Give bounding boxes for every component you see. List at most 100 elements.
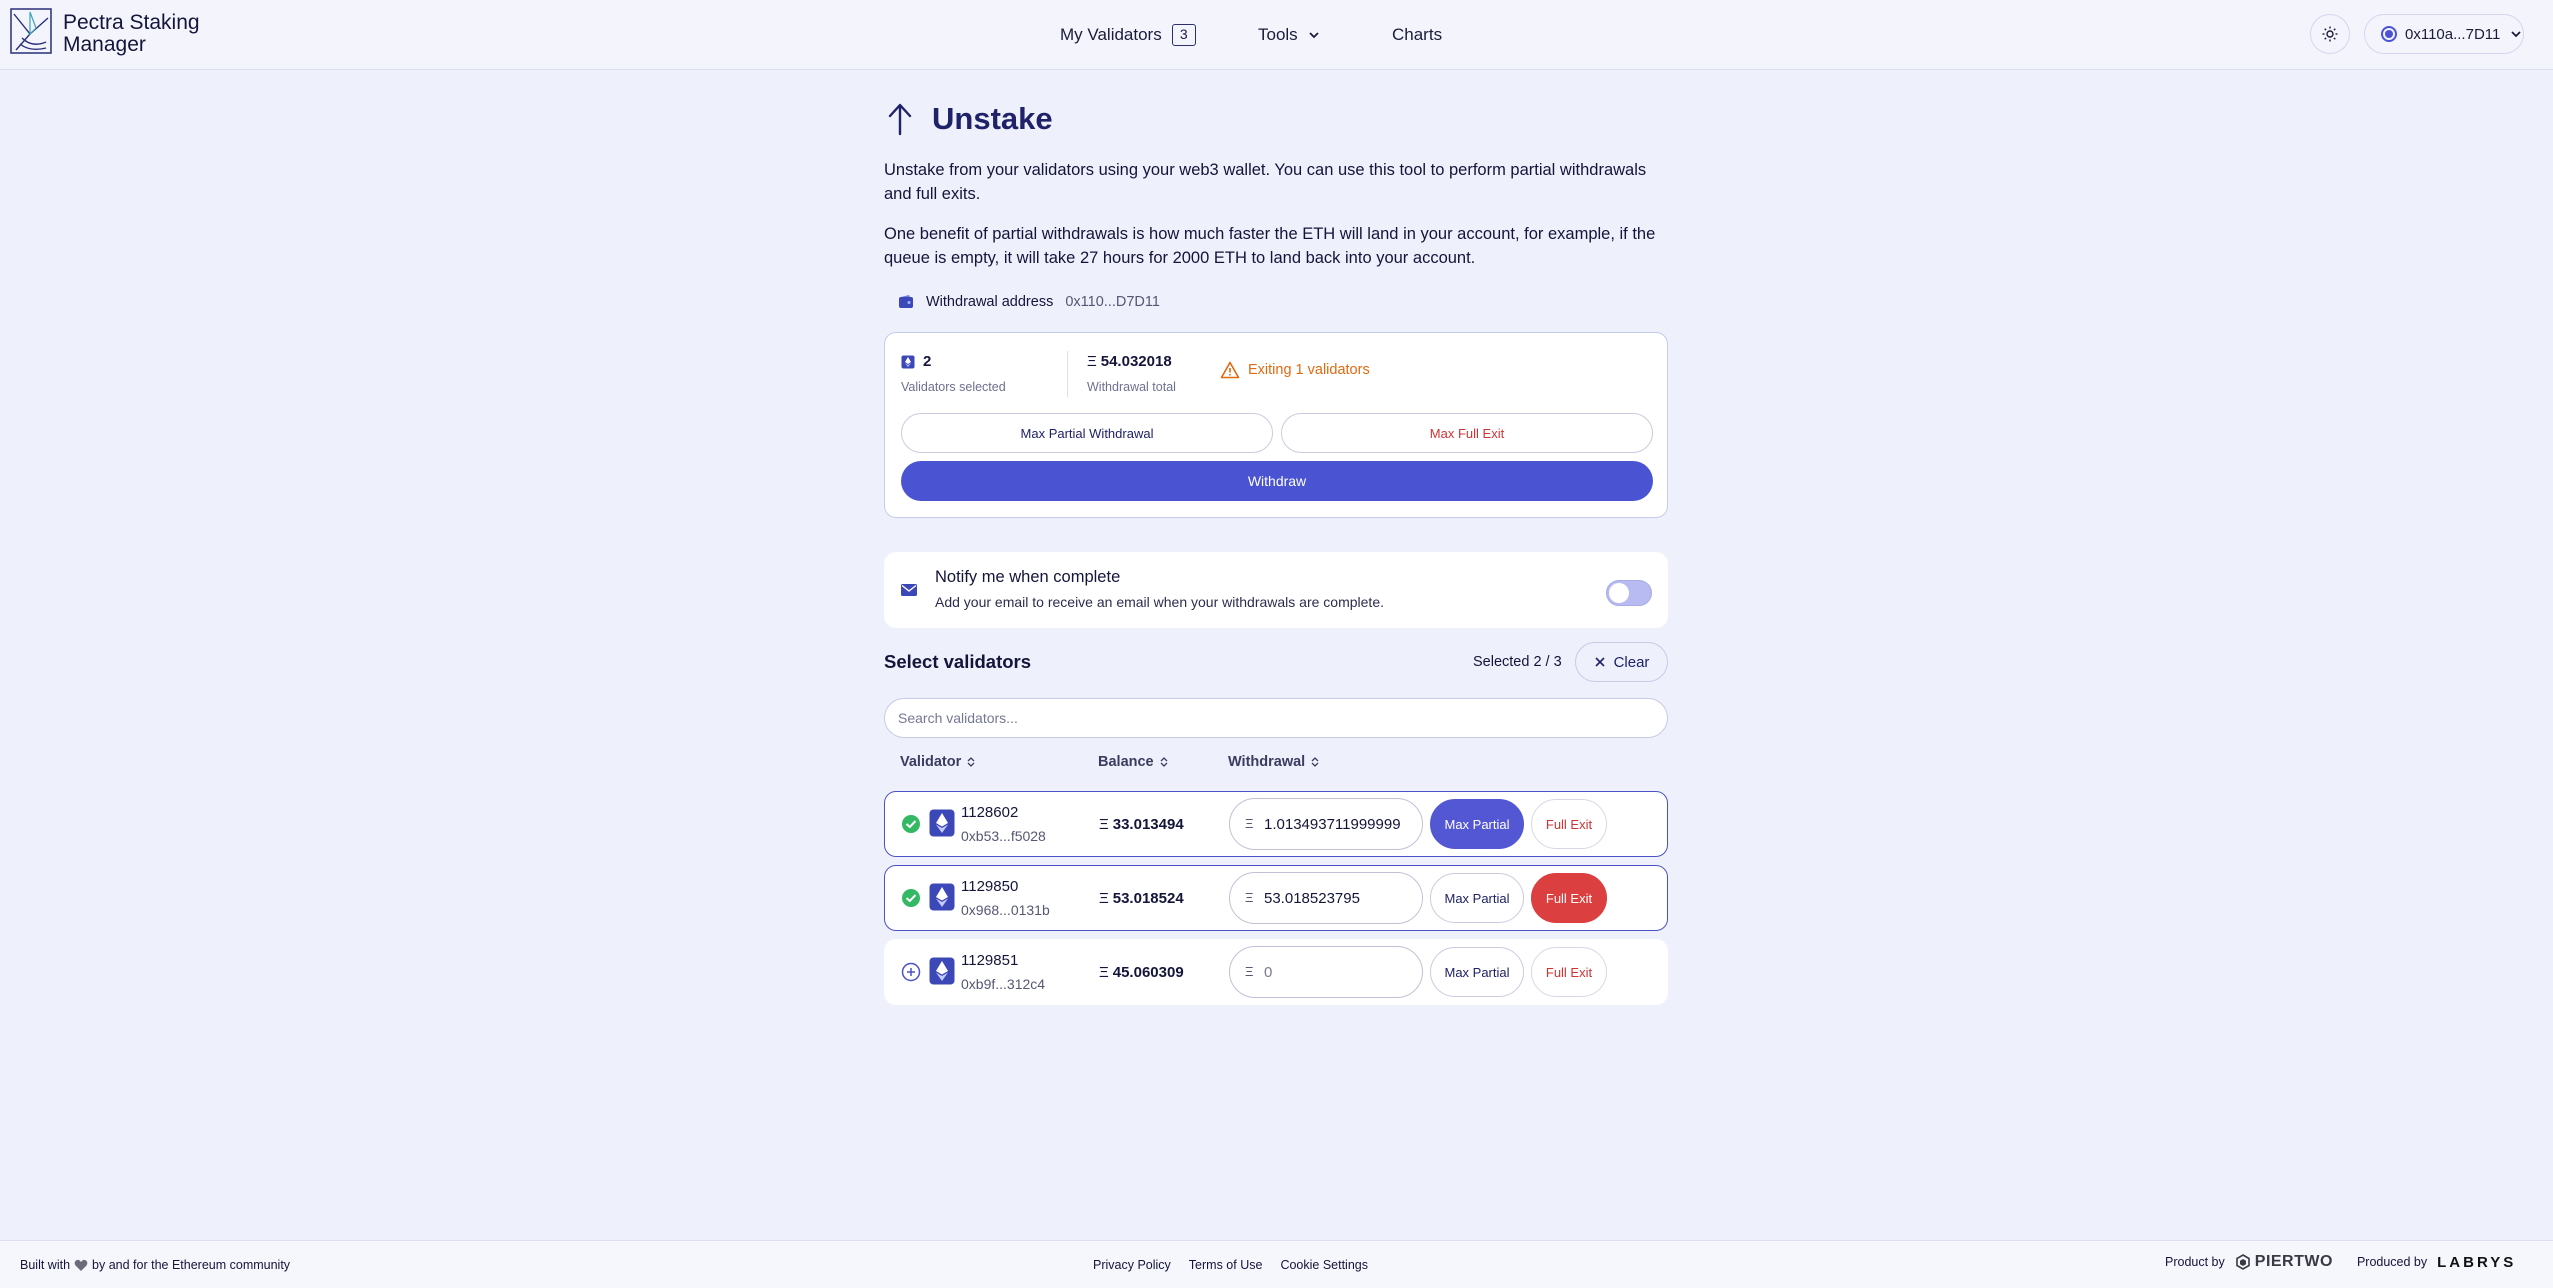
nav-my-validators[interactable]: My Validators 3 [1060, 0, 1196, 70]
page-title: Unstake [932, 101, 1053, 136]
validator-address: 0xb9f...312c4 [961, 976, 1046, 992]
withdrawal-total-stat: Ξ 54.032018 Withdrawal total [1087, 353, 1176, 394]
withdrawal-summary-card: 2 Validators selected Ξ 54.032018 Withdr… [884, 332, 1668, 518]
nav-charts-label: Charts [1392, 25, 1443, 44]
page-title-row: Unstake [884, 96, 1668, 142]
withdrawal-total-label: Withdrawal total [1087, 380, 1176, 394]
exit-warning-text: Exiting 1 validators [1248, 362, 1370, 378]
eth-symbol-icon: Ξ [1245, 890, 1254, 905]
column-header-withdrawal[interactable]: Withdrawal [1228, 754, 1319, 770]
footer: Built with by and for the Ethereum commu… [0, 1240, 2553, 1288]
footer-built-with: Built with by and for the Ethereum commu… [20, 1258, 290, 1272]
max-partial-button[interactable]: Max Partial [1430, 947, 1524, 997]
piertwo-logo[interactable]: PIERTWO [2235, 1253, 2333, 1271]
sort-icon [1160, 757, 1168, 767]
withdrawal-amount-input[interactable] [1229, 872, 1423, 924]
table-row[interactable]: 1129850 0x968...0131b Ξ 53.018524 Ξ Max … [884, 865, 1668, 931]
footer-link-terms[interactable]: Terms of Use [1189, 1258, 1263, 1272]
validator-address: 0xb53...f5028 [961, 828, 1046, 844]
labrys-logo[interactable]: LABRYS [2437, 1254, 2516, 1271]
wallet-icon [899, 295, 913, 308]
footer-link-privacy[interactable]: Privacy Policy [1093, 1258, 1171, 1272]
nav-my-validators-label: My Validators [1060, 25, 1162, 44]
clear-selection-button[interactable]: Clear [1575, 642, 1668, 682]
withdrawal-address-row: Withdrawal address 0x110...D7D11 [898, 294, 1160, 310]
validator-index: 1129851 [961, 952, 1019, 969]
column-header-withdrawal-label: Withdrawal [1228, 754, 1306, 770]
withdrawal-total-value: 54.032018 [1100, 353, 1172, 370]
nav-charts[interactable]: Charts [1392, 0, 1442, 70]
eth-symbol-icon: Ξ [1099, 816, 1109, 833]
footer-links: Privacy Policy Terms of Use Cookie Setti… [1093, 1258, 1386, 1272]
max-partial-button[interactable]: Max Partial [1430, 799, 1524, 849]
full-exit-button[interactable]: Full Exit [1531, 799, 1607, 849]
unstake-panel: Unstake Unstake from your validators usi… [884, 96, 1668, 1005]
wallet-address: 0x110a...7D11 [2405, 25, 2501, 43]
sun-icon [2322, 26, 2338, 42]
validator-address: 0x968...0131b [961, 902, 1050, 918]
validator-balance-value: 33.013494 [1112, 816, 1184, 833]
nav-tools[interactable]: Tools [1258, 0, 1320, 70]
validators-selected-stat: 2 Validators selected [901, 353, 1006, 394]
sort-icon [1311, 757, 1319, 767]
ethereum-validator-icon [929, 883, 955, 911]
eth-symbol-icon: Ξ [1099, 964, 1109, 981]
eth-symbol-icon: Ξ [1087, 353, 1097, 370]
withdraw-button[interactable]: Withdraw [901, 461, 1653, 501]
selected-count: Selected 2 / 3 [1473, 654, 1562, 670]
ethereum-validator-icon [929, 809, 955, 837]
full-exit-button[interactable]: Full Exit [1531, 873, 1607, 923]
checked-circle-icon[interactable] [901, 888, 921, 908]
validators-count-badge: 3 [1171, 24, 1196, 46]
heart-icon [74, 1259, 88, 1271]
column-header-balance[interactable]: Balance [1098, 754, 1168, 770]
close-icon [1594, 657, 1605, 667]
produced-by-label: Produced by [2356, 1255, 2428, 1269]
exit-warning: Exiting 1 validators [1220, 361, 1370, 379]
sort-icon [967, 757, 975, 767]
notify-subtitle: Add your email to receive an email when … [935, 594, 1384, 610]
arrow-up-icon [888, 103, 912, 136]
theme-toggle-button[interactable] [2310, 14, 2350, 54]
withdrawal-amount-input[interactable] [1229, 946, 1423, 998]
full-exit-button[interactable]: Full Exit [1531, 947, 1607, 997]
footer-link-cookies[interactable]: Cookie Settings [1280, 1258, 1368, 1272]
pectra-logo-icon[interactable] [10, 8, 52, 54]
chevron-down-icon [2511, 31, 2521, 38]
product-by-label: Product by [2165, 1255, 2225, 1269]
withdrawal-amount-input[interactable] [1229, 798, 1423, 850]
search-validators-input[interactable] [884, 698, 1668, 738]
validator-balance: Ξ 53.018524 [1099, 890, 1184, 907]
validator-index: 1128602 [961, 804, 1019, 821]
column-header-validator-label: Validator [900, 754, 962, 770]
mail-icon [901, 584, 917, 596]
column-header-validator[interactable]: Validator [900, 754, 975, 770]
checked-circle-icon[interactable] [901, 814, 921, 834]
column-header-balance-label: Balance [1098, 754, 1154, 770]
clear-label: Clear [1613, 653, 1650, 671]
ethereum-validator-icon [929, 957, 955, 985]
chevron-down-icon [1309, 32, 1319, 39]
stat-divider [1067, 351, 1068, 397]
intro-paragraph-1: Unstake from your validators using your … [884, 161, 1647, 203]
validators-selected-value: 2 [923, 353, 932, 370]
eth-symbol-icon: Ξ [1245, 816, 1254, 831]
notify-card: Notify me when complete Add your email t… [884, 552, 1668, 628]
add-circle-icon[interactable] [901, 962, 921, 982]
table-row[interactable]: 1129851 0xb9f...312c4 Ξ 45.060309 Ξ Max … [884, 939, 1668, 1005]
eth-symbol-icon: Ξ [1245, 964, 1254, 979]
piertwo-logo-text: PIERTWO [2254, 1253, 2333, 1270]
table-row[interactable]: 1128602 0xb53...f5028 Ξ 33.013494 Ξ Max … [884, 791, 1668, 857]
max-partial-withdrawal-button[interactable]: Max Partial Withdrawal [901, 413, 1273, 453]
max-partial-button[interactable]: Max Partial [1430, 873, 1524, 923]
brand-name[interactable]: Pectra Staking Manager [63, 12, 233, 56]
validator-balance: Ξ 45.060309 [1099, 964, 1184, 981]
withdrawal-address-value: 0x110...D7D11 [1065, 294, 1160, 310]
validator-balance-value: 45.060309 [1112, 964, 1184, 981]
max-full-exit-button[interactable]: Max Full Exit [1281, 413, 1653, 453]
footer-built-prefix: Built with [20, 1258, 71, 1272]
notify-toggle[interactable] [1606, 580, 1652, 606]
intro-paragraph-2: One benefit of partial withdrawals is ho… [884, 225, 1656, 267]
wallet-account-button[interactable]: 0x110a...7D11 [2364, 14, 2524, 54]
select-validators-title: Select validators [884, 651, 1032, 672]
